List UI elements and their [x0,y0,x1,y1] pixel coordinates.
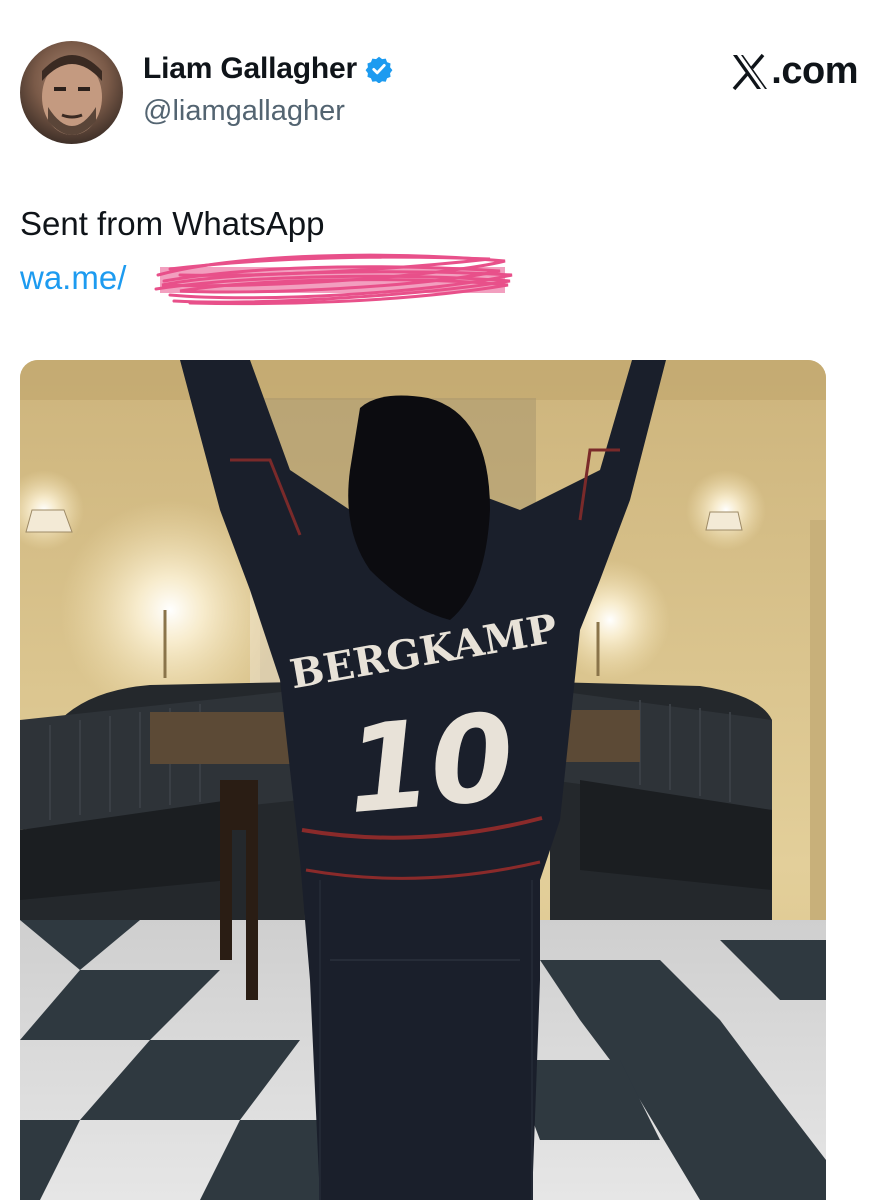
photo-scene: BERGKAMP 10 [20,360,826,1200]
tweet-header: Liam Gallagher @liamgallagher .com [0,0,874,170]
tweet-photo[interactable]: BERGKAMP 10 [20,360,826,1200]
profile-avatar[interactable] [20,41,123,144]
author-display-name[interactable]: Liam Gallagher [143,52,357,86]
redaction-scribble [154,253,513,306]
avatar-face-icon [42,55,102,135]
author-handle[interactable]: @liamgallagher [143,95,345,128]
jersey-number: 10 [341,688,519,841]
tweet-text: Sent from WhatsApp [20,205,325,242]
tweet-link[interactable]: wa.me/ [20,259,126,297]
verified-badge-icon [365,56,393,83]
author-name-row: Liam Gallagher [143,52,393,86]
x-brand: .com [730,50,858,93]
x-logo-icon [732,53,768,90]
brand-domain: .com [771,50,858,92]
